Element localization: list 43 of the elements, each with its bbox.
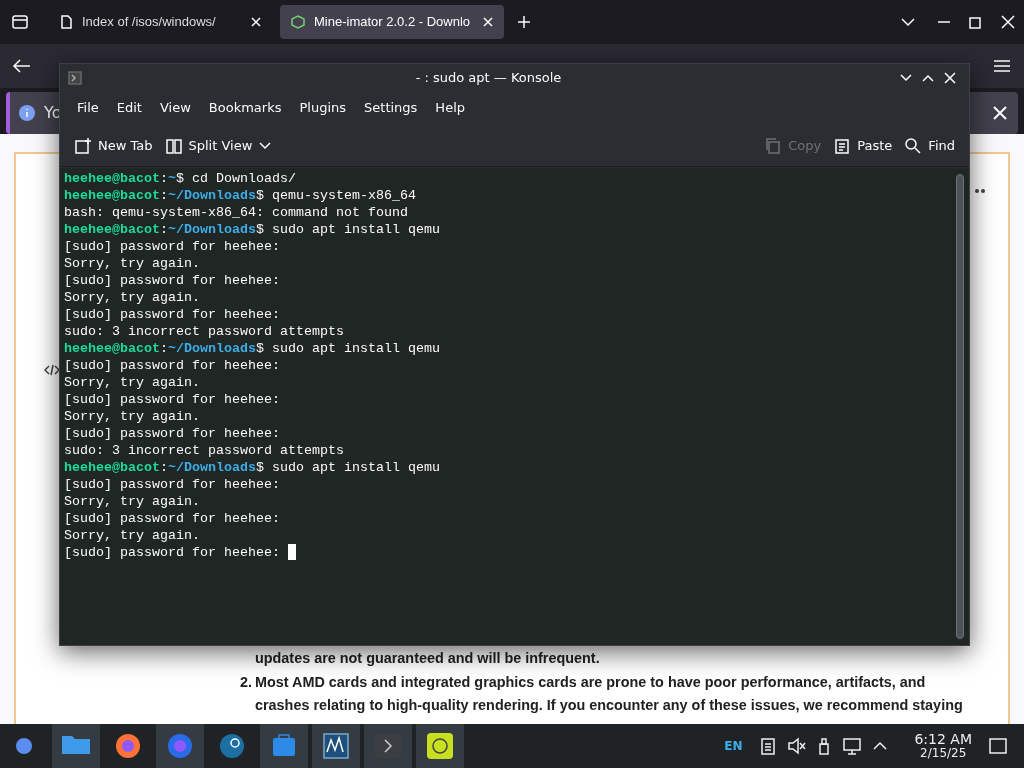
list-text: Most AMD cards and integrated graphics cards are prone to have poor performance, artifacts, and: [255, 672, 926, 692]
language-indicator[interactable]: EN: [724, 737, 743, 755]
output-line: Sorry, try again.: [64, 374, 200, 391]
output-line: [sudo] password for heehee:: [64, 357, 280, 374]
menu-item[interactable]: Plugins: [290, 98, 356, 118]
output-line: Sorry, try again.: [64, 408, 200, 425]
list-text: updates are not guaranteed and will be infrequent.: [255, 649, 600, 668]
toolbar-button[interactable]: Split View: [158, 131, 279, 160]
menu-item[interactable]: Bookmarks: [199, 98, 291, 118]
output-line: [sudo] password for heehee:: [64, 391, 280, 408]
menu-item[interactable]: File: [68, 98, 108, 118]
prompt-line: heehee@bacot:~$ cd Downloads/: [64, 170, 296, 187]
output-line: [sudo] password for heehee:: [64, 306, 280, 323]
list-number: 2.: [240, 672, 253, 692]
clock[interactable]: 6:12 AM 2/15/25: [914, 732, 972, 760]
menu-item[interactable]: Settings: [355, 98, 427, 118]
prompt-line: heehee@bacot:~/Downloads$ sudo apt install qemu: [64, 459, 440, 476]
toolbar-button[interactable]: Find: [898, 131, 961, 160]
window-title: - : sudo apt — Konsole: [414, 68, 563, 87]
output-line: Sorry, try again.: [64, 493, 200, 510]
prompt-line: heehee@bacot:~/Downloads$ qemu-system-x86_64: [64, 187, 416, 204]
browser-tab[interactable]: Mine-imator 2.0.2 - Downlo: [280, 5, 504, 39]
browser-tab[interactable]: Index of /isos/windows/: [48, 5, 272, 39]
menu-item[interactable]: Edit: [107, 98, 151, 118]
toolbar-button[interactable]: Paste: [827, 131, 899, 160]
output-line: [sudo] password for heehee:: [64, 272, 280, 289]
output-line: Sorry, try again.: [64, 527, 200, 544]
output-line: Sorry, try again.: [64, 255, 200, 272]
output-line: [sudo] password for heehee:: [64, 425, 280, 442]
output-line: sudo: 3 incorrect password attempts: [64, 323, 344, 340]
output-line: sudo: 3 incorrect password attempts: [64, 442, 344, 459]
menu-item[interactable]: View: [150, 98, 200, 118]
output-line: [sudo] password for heehee:: [64, 476, 280, 493]
toolbar-button[interactable]: New Tab: [68, 131, 159, 160]
list-text: crashes relating to high-quality rendering. If you encounter any of these issues, we recommend staying: [255, 696, 963, 715]
menu-item[interactable]: Help: [426, 98, 474, 118]
prompt-line: heehee@bacot:~/Downloads$ sudo apt install qemu: [64, 221, 440, 238]
prompt-line: heehee@bacot:~/Downloads$ sudo apt install qemu: [64, 340, 440, 357]
output-line: [sudo] password for heehee:: [64, 238, 280, 255]
output-line: bash: qemu-system-x86_64: command not found: [64, 204, 408, 221]
output-line: [sudo] password for heehee:: [64, 544, 281, 561]
output-line: Sorry, try again.: [64, 289, 200, 306]
output-line: [sudo] password for heehee:: [64, 510, 280, 527]
